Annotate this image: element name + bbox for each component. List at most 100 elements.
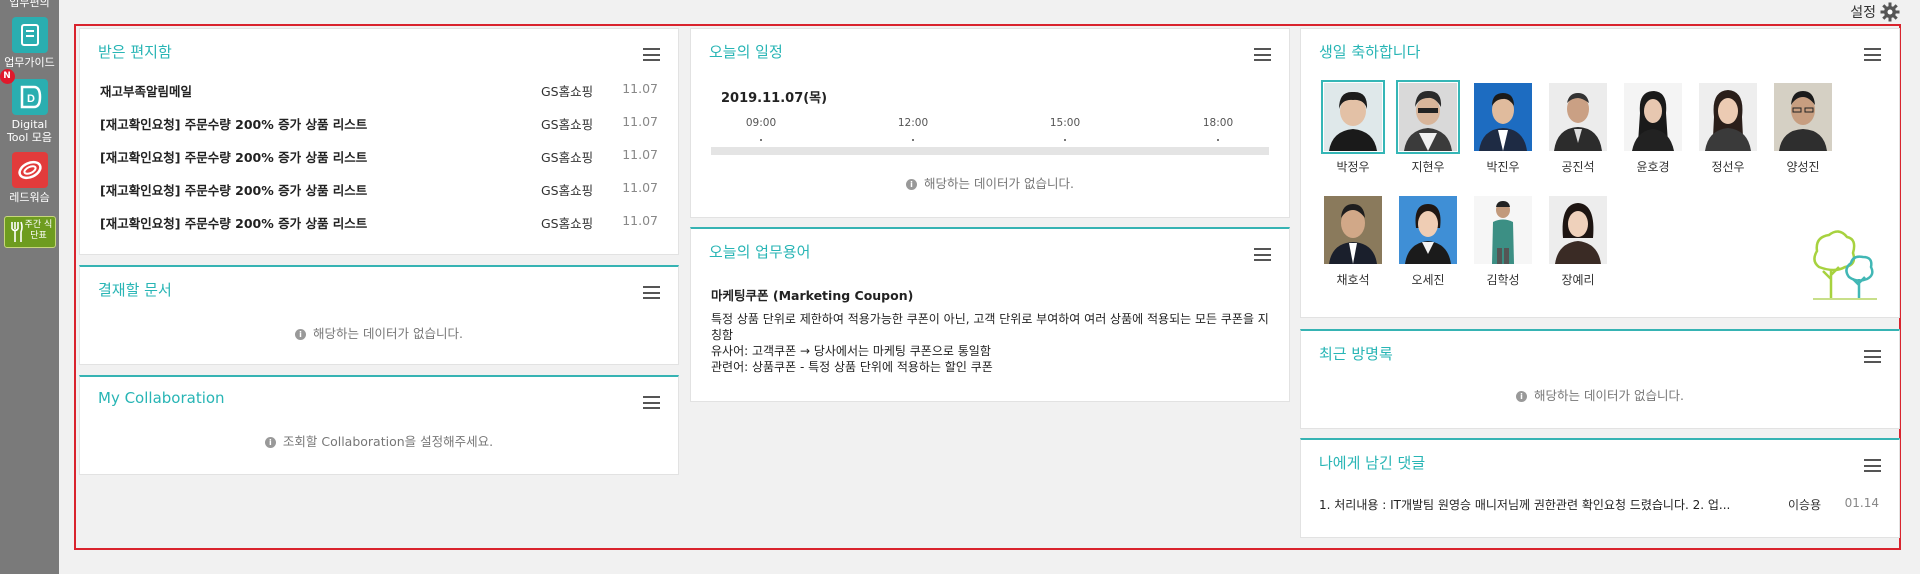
- avatar: [1399, 196, 1457, 264]
- avatar: [1699, 83, 1757, 151]
- guestbook-title: 최근 방명록: [1319, 345, 1393, 363]
- birthday-person[interactable]: 정선우: [1697, 83, 1759, 175]
- mail-subject: [재고확인요청] 주문수량 200% 증가 상품 리스트: [100, 117, 368, 132]
- avatar: [1549, 83, 1607, 151]
- person-name: 채호석: [1336, 273, 1370, 287]
- mail-sender: GS홈쇼핑: [541, 150, 594, 165]
- comment-text: 1. 처리내용 : IT개발팀 원영승 매니저님께 권한관련 확인요청 드렸습니…: [1319, 498, 1731, 512]
- collaboration-card: My Collaboration i 조회할 Collaboration을 설정해…: [79, 375, 679, 475]
- sidebar-item-label: Digital Tool 모음: [6, 118, 53, 144]
- mail-sender: GS홈쇼핑: [541, 216, 594, 231]
- mail-sender: GS홈쇼핑: [541, 183, 594, 198]
- person-name: 장예리: [1561, 273, 1595, 287]
- sidebar-item-convenience[interactable]: 업무편의: [0, 0, 59, 9]
- gear-icon: [1880, 2, 1900, 22]
- info-icon: i: [264, 437, 276, 448]
- business-term-title: 오늘의 업무용어: [709, 243, 811, 261]
- avatar: [1474, 196, 1532, 264]
- schedule-card: 오늘의 일정 2019.11.07(목) 09:00 12:00 15:00 1…: [690, 28, 1290, 218]
- mail-subject: [재고확인요청] 주문수량 200% 증가 상품 리스트: [100, 183, 368, 198]
- birthday-person[interactable]: 박진우: [1472, 83, 1534, 175]
- birthday-person[interactable]: 윤호경: [1622, 83, 1684, 175]
- time-tick: 15:00: [1049, 117, 1081, 129]
- tick-mark: [1217, 139, 1219, 141]
- info-icon: i: [906, 179, 918, 190]
- birthday-person[interactable]: 지현우: [1396, 80, 1460, 175]
- term-description: 특정 상품 단위로 제한하여 적용가능한 쿠폰이 아닌, 고객 단위로 부여하여…: [711, 311, 1273, 375]
- avatar: [1396, 80, 1460, 154]
- mail-row[interactable]: 재고부족알림메일 GS홈쇼핑 11.07: [100, 81, 658, 101]
- digital-tool-icon: N D: [0, 69, 48, 115]
- inbox-menu-icon[interactable]: [643, 48, 660, 61]
- term-synonym: 유사어: 고객쿠폰 → 당사에서는 마케팅 쿠폰으로 통일함: [711, 344, 991, 358]
- birthday-person[interactable]: 김학성: [1472, 196, 1534, 288]
- mail-row[interactable]: [재고확인요청] 주문수량 200% 증가 상품 리스트 GS홈쇼핑 11.07: [100, 213, 658, 233]
- collaboration-menu-icon[interactable]: [643, 396, 660, 409]
- collaboration-title: My Collaboration: [98, 389, 225, 407]
- info-icon: i: [1516, 391, 1528, 402]
- sidebar-item-label: 레드워슴: [9, 191, 50, 204]
- inbox-title: 받은 편지함: [98, 43, 172, 61]
- guestbook-card: 최근 방명록 i 해당하는 데이터가 없습니다.: [1300, 329, 1900, 429]
- term-definition: 특정 상품 단위로 제한하여 적용가능한 쿠폰이 아닌, 고객 단위로 부여하여…: [711, 312, 1269, 342]
- sidebar-item-label: 주간 식단표: [24, 220, 53, 241]
- sidebar-item-redworship[interactable]: 레드워슴: [0, 152, 59, 204]
- sidebar-item-weekly-menu[interactable]: 주간 식단표: [0, 216, 59, 248]
- sidebar-item-label: 업무가이드: [4, 56, 55, 69]
- birthday-person[interactable]: 박정우: [1321, 80, 1385, 175]
- guestbook-menu-icon[interactable]: [1864, 350, 1881, 363]
- schedule-empty-message: i 해당하는 데이터가 없습니다.: [691, 173, 1289, 192]
- person-name: 김학성: [1486, 273, 1520, 287]
- settings-button[interactable]: 설정: [1850, 2, 1900, 22]
- mail-row[interactable]: [재고확인요청] 주문수량 200% 증가 상품 리스트 GS홈쇼핑 11.07: [100, 180, 658, 200]
- person-name: 윤호경: [1636, 160, 1670, 174]
- business-term-menu-icon[interactable]: [1254, 248, 1271, 261]
- avatar: [1624, 83, 1682, 151]
- tick-mark: [760, 139, 762, 141]
- birthday-person[interactable]: 오세진: [1397, 196, 1459, 288]
- sidebar-item-digital-tool[interactable]: N D Digital Tool 모음: [0, 69, 59, 144]
- tick-mark: [912, 139, 914, 141]
- birthday-person[interactable]: 장예리: [1547, 196, 1609, 288]
- approval-menu-icon[interactable]: [643, 286, 660, 299]
- birthday-person[interactable]: 채호석: [1322, 196, 1384, 288]
- sidebar-item-label: 업무편의: [9, 0, 50, 9]
- person-name: 오세진: [1411, 273, 1445, 287]
- comments-title: 나에게 남긴 댓글: [1319, 454, 1426, 472]
- settings-label: 설정: [1850, 5, 1876, 21]
- birthday-title: 생일 축하합니다: [1319, 43, 1421, 61]
- term-related: 관련어: 상품쿠폰 - 특정 상품 단위에 적용하는 할인 쿠폰: [711, 360, 993, 374]
- info-icon: i: [295, 329, 307, 340]
- birthday-person[interactable]: 양성진: [1772, 83, 1834, 175]
- left-sidebar: 업무편의 업무가이드 N D Digital Tool 모음 레드워슴 주간 식…: [0, 0, 59, 574]
- term-name: 마케팅쿠폰 (Marketing Coupon): [711, 288, 914, 303]
- mail-date: 11.07: [622, 180, 658, 195]
- inbox-card: 받은 편지함 재고부족알림메일 GS홈쇼핑 11.07 [재고확인요청] 주문수…: [79, 28, 679, 255]
- guestbook-empty-message: i 해당하는 데이터가 없습니다.: [1301, 385, 1899, 404]
- mail-subject: 재고부족알림메일: [100, 84, 193, 99]
- mail-date: 11.07: [622, 81, 658, 96]
- approval-empty-message: i 해당하는 데이터가 없습니다.: [80, 323, 678, 342]
- birthday-person[interactable]: 공진석: [1547, 83, 1609, 175]
- person-name: 공진석: [1561, 160, 1595, 174]
- schedule-menu-icon[interactable]: [1254, 48, 1271, 61]
- comment-author: 이승용: [1788, 498, 1822, 512]
- sidebar-item-guide[interactable]: 업무가이드: [0, 17, 59, 69]
- mail-row[interactable]: [재고확인요청] 주문수량 200% 증가 상품 리스트 GS홈쇼핑 11.07: [100, 147, 658, 167]
- tick-mark: [1064, 139, 1066, 141]
- person-name: 박진우: [1486, 160, 1520, 174]
- person-name: 박정우: [1336, 160, 1370, 174]
- birthday-menu-icon[interactable]: [1864, 48, 1881, 61]
- mail-row[interactable]: [재고확인요청] 주문수량 200% 증가 상품 리스트 GS홈쇼핑 11.07: [100, 114, 658, 134]
- approval-title: 결재할 문서: [98, 281, 172, 299]
- schedule-title: 오늘의 일정: [709, 43, 783, 61]
- comment-date: 01.14: [1844, 496, 1879, 510]
- schedule-timeline[interactable]: [711, 147, 1269, 155]
- comments-menu-icon[interactable]: [1864, 459, 1881, 472]
- mail-sender: GS홈쇼핑: [541, 117, 594, 132]
- time-tick: 12:00: [897, 117, 929, 129]
- business-term-card: 오늘의 업무용어 마케팅쿠폰 (Marketing Coupon) 특정 상품 …: [690, 227, 1290, 402]
- svg-text:D: D: [27, 93, 35, 105]
- avatar: [1549, 196, 1607, 264]
- mail-subject: [재고확인요청] 주문수량 200% 증가 상품 리스트: [100, 150, 368, 165]
